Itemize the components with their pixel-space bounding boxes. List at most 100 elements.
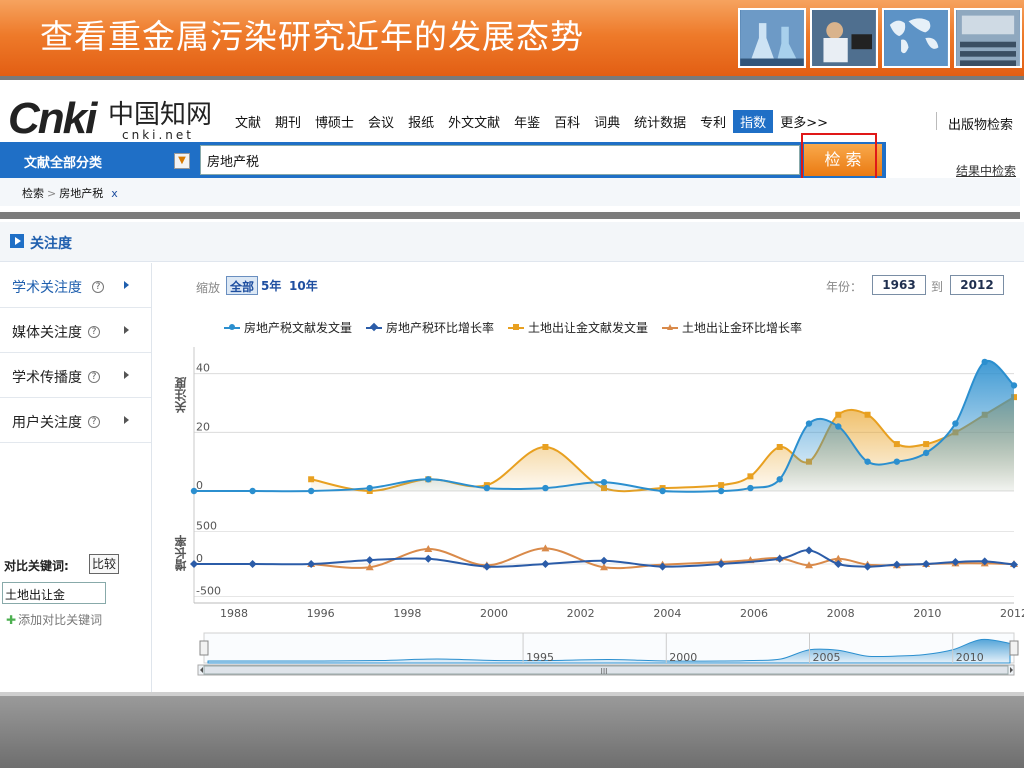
sidebar-item-media-attention[interactable]: 媒体关注度 ? — [0, 308, 151, 353]
lab-flasks-image — [738, 8, 806, 68]
nav-item-zhishu[interactable]: 指数 — [733, 110, 774, 133]
cnki-logo-chinese: 中国知网 — [108, 100, 213, 130]
data-point — [717, 487, 725, 495]
data-point — [366, 484, 373, 492]
close-icon[interactable]: x — [111, 187, 118, 200]
data-point — [1010, 560, 1018, 569]
nav-item-baozhi[interactable]: 报纸 — [401, 110, 441, 133]
top-y-tick-label: 40 — [196, 362, 210, 375]
header-divider — [0, 212, 1020, 219]
x-tick-label: 1988 — [220, 607, 248, 620]
help-icon[interactable]: ? — [92, 281, 104, 293]
data-point — [775, 554, 784, 563]
world-map-image — [882, 8, 950, 68]
conference-room-image — [954, 8, 1022, 68]
breadcrumb-root[interactable]: 检索 — [22, 187, 44, 200]
help-icon[interactable]: ? — [88, 371, 100, 383]
top-nav: 文献 期刊 博硕士 会议 报纸 外文文献 年鉴 百科 词典 统计数据 专利 指数… — [228, 110, 835, 133]
data-point — [747, 473, 754, 480]
search-in-results-link[interactable]: 结果中检索 — [956, 162, 1016, 179]
compare-keyword-input[interactable]: 土地出让金 — [2, 582, 106, 604]
bottom-y-tick-label: -500 — [196, 585, 221, 598]
chevron-right-icon — [124, 326, 129, 334]
navigator-label: 2010 — [956, 651, 984, 664]
data-point — [600, 479, 608, 486]
compare-keyword-label: 对比关键词: — [4, 559, 69, 573]
nav-item-waiwen[interactable]: 外文文献 — [441, 110, 507, 133]
x-tick-label: 2012 — [1000, 607, 1024, 620]
series-area — [194, 360, 1014, 492]
chevron-down-icon[interactable]: ▼ — [174, 153, 190, 169]
cnki-logo-text: Cnki — [8, 94, 97, 143]
cnki-logo-url: cnki.net — [122, 128, 194, 142]
data-point — [542, 444, 549, 450]
play-icon — [10, 234, 24, 248]
x-tick-label: 2010 — [913, 607, 941, 620]
nav-item-more[interactable]: 更多>> — [773, 110, 835, 133]
cnki-logo[interactable]: Cnki 中国知网 cnki.net — [4, 88, 214, 146]
scrollbar-grip-icon: III — [600, 667, 607, 676]
sidebar-item-label: 用户关注度 — [12, 415, 82, 431]
data-point — [249, 487, 256, 495]
breadcrumb-text: 检索 > 房地产税 x — [22, 185, 118, 201]
data-point — [835, 423, 842, 430]
breadcrumb-separator: > — [47, 187, 57, 200]
data-point — [190, 487, 198, 495]
data-point — [864, 411, 871, 418]
top-y-tick-label: 20 — [196, 420, 210, 433]
nav-item-nianjian[interactable]: 年鉴 — [507, 110, 547, 133]
data-point — [805, 546, 813, 555]
data-point — [1010, 382, 1018, 389]
x-tick-label: 1998 — [393, 607, 421, 620]
data-point — [864, 458, 871, 465]
sidebar-item-academic-spread[interactable]: 学术传播度 ? — [0, 353, 151, 398]
data-point — [747, 484, 754, 492]
data-point — [893, 458, 901, 465]
data-point — [659, 487, 666, 495]
plus-icon: ✚ — [6, 613, 17, 627]
nav-item-tongji[interactable]: 统计数据 — [627, 110, 693, 133]
nav-item-cidian[interactable]: 词典 — [587, 110, 627, 133]
data-point — [952, 420, 959, 427]
search-bar: 文献全部分类 ▼ 房地产税 检 索 — [0, 142, 886, 178]
search-input[interactable]: 房地产税 — [200, 145, 800, 175]
section-header: 关注度 — [0, 222, 1024, 262]
nav-item-wenxian[interactable]: 文献 — [228, 110, 268, 133]
attention-chart[interactable]: 02040-50005001988 1996 1998 2000 2002 2004 200… — [158, 263, 1024, 693]
category-select[interactable]: 文献全部分类 — [24, 152, 102, 171]
data-point — [718, 482, 725, 489]
x-tick-label: 2008 — [827, 607, 855, 620]
nav-item-baike[interactable]: 百科 — [547, 110, 587, 133]
data-point — [365, 556, 374, 565]
sidebar-item-label: 媒体关注度 — [12, 325, 82, 341]
sidebar-item-academic-attention[interactable]: 学术关注度 ? — [0, 263, 151, 308]
data-point — [893, 441, 900, 448]
sidebar-item-user-attention[interactable]: 用户关注度 ? — [0, 398, 151, 443]
navigator-left-handle — [199, 640, 209, 656]
nav-item-boshuoshi[interactable]: 博硕士 — [308, 110, 361, 133]
data-point — [981, 358, 988, 366]
data-point — [248, 560, 257, 568]
data-point — [835, 411, 842, 418]
breadcrumb: 检索 > 房地产税 x — [0, 178, 1020, 206]
nav-item-zhuanli[interactable]: 专利 — [693, 110, 733, 133]
sidebar: 学术关注度 ? 媒体关注度 ? 学术传播度 ? 用户关注度 ? 对比关键词: 比… — [0, 263, 152, 693]
publication-search-link[interactable]: 出版物检索 — [948, 114, 1013, 133]
sidebar-item-label: 学术传播度 — [12, 370, 82, 386]
nav-item-huiyi[interactable]: 会议 — [361, 110, 401, 133]
help-icon[interactable]: ? — [88, 326, 100, 338]
data-point — [308, 476, 315, 483]
data-point — [425, 476, 432, 483]
add-compare-keyword-link[interactable]: ✚ 添加对比关键词 — [6, 611, 102, 628]
data-point — [805, 420, 813, 427]
help-icon[interactable]: ? — [88, 416, 100, 428]
data-point — [776, 444, 783, 450]
x-tick-label: 2004 — [653, 607, 681, 620]
nav-item-qikan[interactable]: 期刊 — [268, 110, 308, 133]
chart-panel: 缩放 全部 5年 10年 年份： 1963 到 2012 房地产税文献发文量 房… — [158, 263, 1024, 693]
data-point — [542, 484, 549, 492]
nav-divider — [936, 112, 937, 130]
researcher-image — [810, 8, 878, 68]
compare-button[interactable]: 比较 — [89, 554, 119, 574]
footer-band — [0, 696, 1024, 768]
